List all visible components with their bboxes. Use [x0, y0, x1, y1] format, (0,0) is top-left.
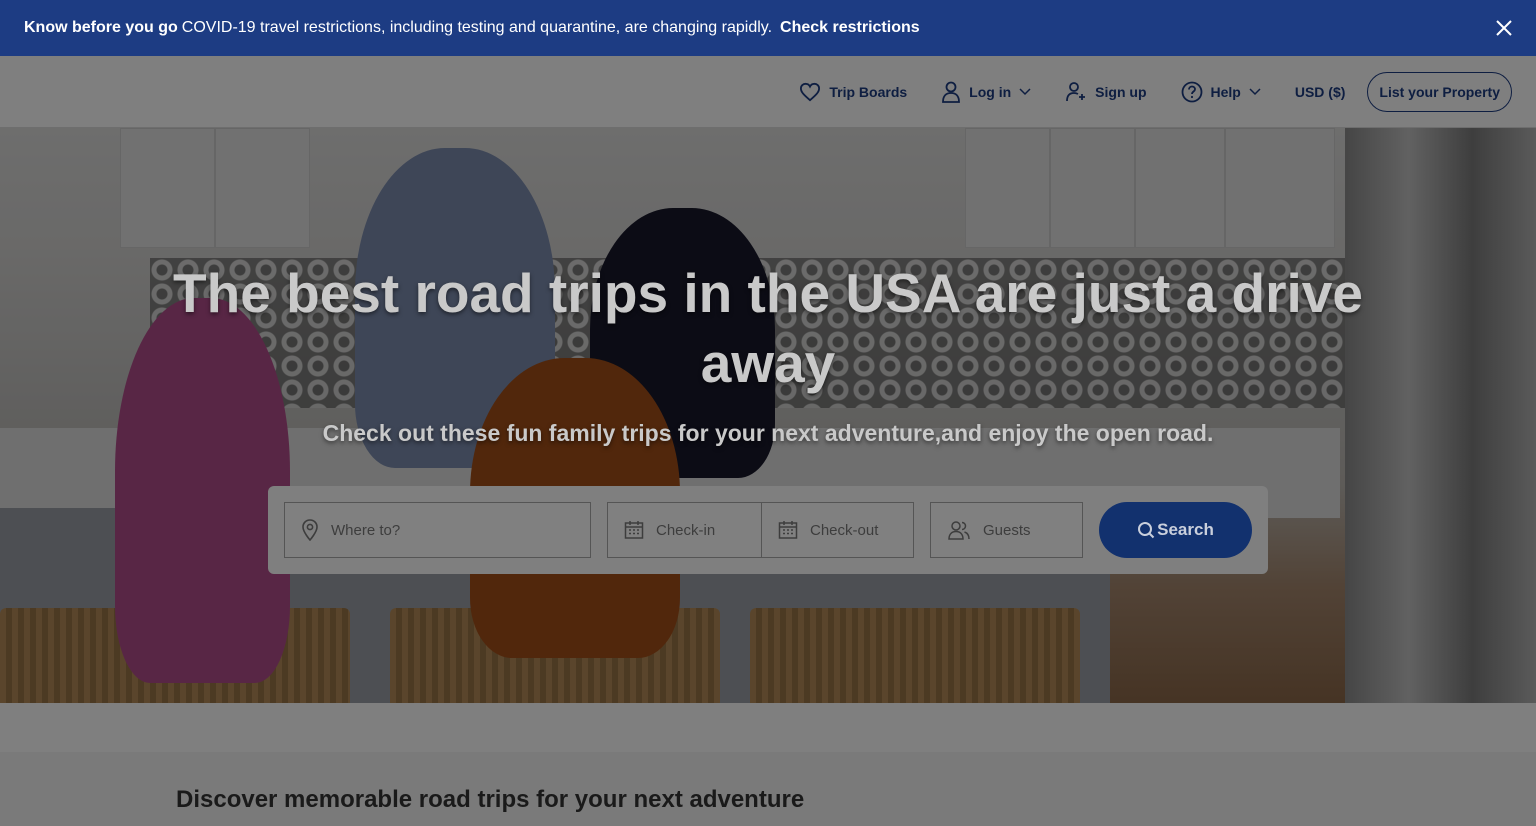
destination-placeholder: Where to?	[331, 521, 401, 539]
hero-title: The best road trips in the USA are just …	[173, 262, 1363, 394]
search-bar: Where to? Check-in Check-out Guests Sear…	[268, 486, 1268, 574]
help-menu[interactable]: Help	[1181, 81, 1261, 103]
login-label: Log in	[969, 84, 1012, 100]
map-pin-icon	[302, 519, 318, 541]
trip-boards-label: Trip Boards	[829, 84, 908, 100]
help-icon	[1181, 81, 1202, 103]
site-header: Trip Boards Log in Sign up Help USD ($) …	[0, 56, 1536, 128]
currency-label: USD ($)	[1294, 84, 1346, 100]
calendar-icon	[624, 521, 644, 539]
road-trips-section: Discover memorable road trips for your n…	[0, 752, 1536, 826]
search-button-label: Search	[1157, 520, 1214, 539]
signup-link[interactable]: Sign up	[1065, 81, 1147, 103]
help-label: Help	[1210, 84, 1241, 100]
signup-label: Sign up	[1095, 84, 1147, 100]
chevron-down-icon	[1249, 88, 1261, 96]
banner-text: COVID-19 travel restrictions, including …	[181, 19, 773, 36]
close-icon[interactable]	[1494, 18, 1514, 38]
destination-input[interactable]: Where to?	[284, 502, 591, 558]
guests-placeholder: Guests	[983, 521, 1031, 539]
heart-icon	[800, 82, 821, 102]
checkin-placeholder: Check-in	[656, 521, 716, 539]
add-user-icon	[1066, 82, 1086, 102]
login-menu[interactable]: Log in	[941, 81, 1031, 103]
section-heading: Discover memorable road trips for your n…	[176, 786, 805, 813]
banner-strong-text: Know before you go	[24, 19, 178, 36]
currency-selector[interactable]: USD ($)	[1295, 84, 1346, 100]
search-icon	[1138, 522, 1155, 539]
checkout-input[interactable]: Check-out	[761, 502, 914, 558]
calendar-icon	[778, 521, 798, 539]
hero-subtitle: Check out these fun family trips for you…	[322, 420, 1214, 446]
check-restrictions-link[interactable]: Check restrictions	[780, 19, 920, 37]
chevron-down-icon	[1019, 88, 1031, 96]
checkin-input[interactable]: Check-in	[607, 502, 762, 558]
hero-dim-overlay	[0, 128, 1536, 703]
hero-section: The best road trips in the USA are just …	[0, 128, 1536, 703]
guests-icon	[948, 521, 970, 540]
list-property-button[interactable]: List your Property	[1367, 72, 1512, 112]
header-nav: Trip Boards Log in Sign up Help USD ($) …	[765, 56, 1512, 128]
trip-boards-link[interactable]: Trip Boards	[799, 82, 907, 102]
hero-bottom-spacer	[0, 703, 1536, 752]
covid-banner: Know before you go COVID-19 travel restr…	[0, 0, 1536, 56]
guests-input[interactable]: Guests	[930, 502, 1083, 558]
user-icon	[942, 81, 961, 103]
checkout-placeholder: Check-out	[810, 521, 879, 539]
search-button[interactable]: Search	[1099, 502, 1252, 558]
